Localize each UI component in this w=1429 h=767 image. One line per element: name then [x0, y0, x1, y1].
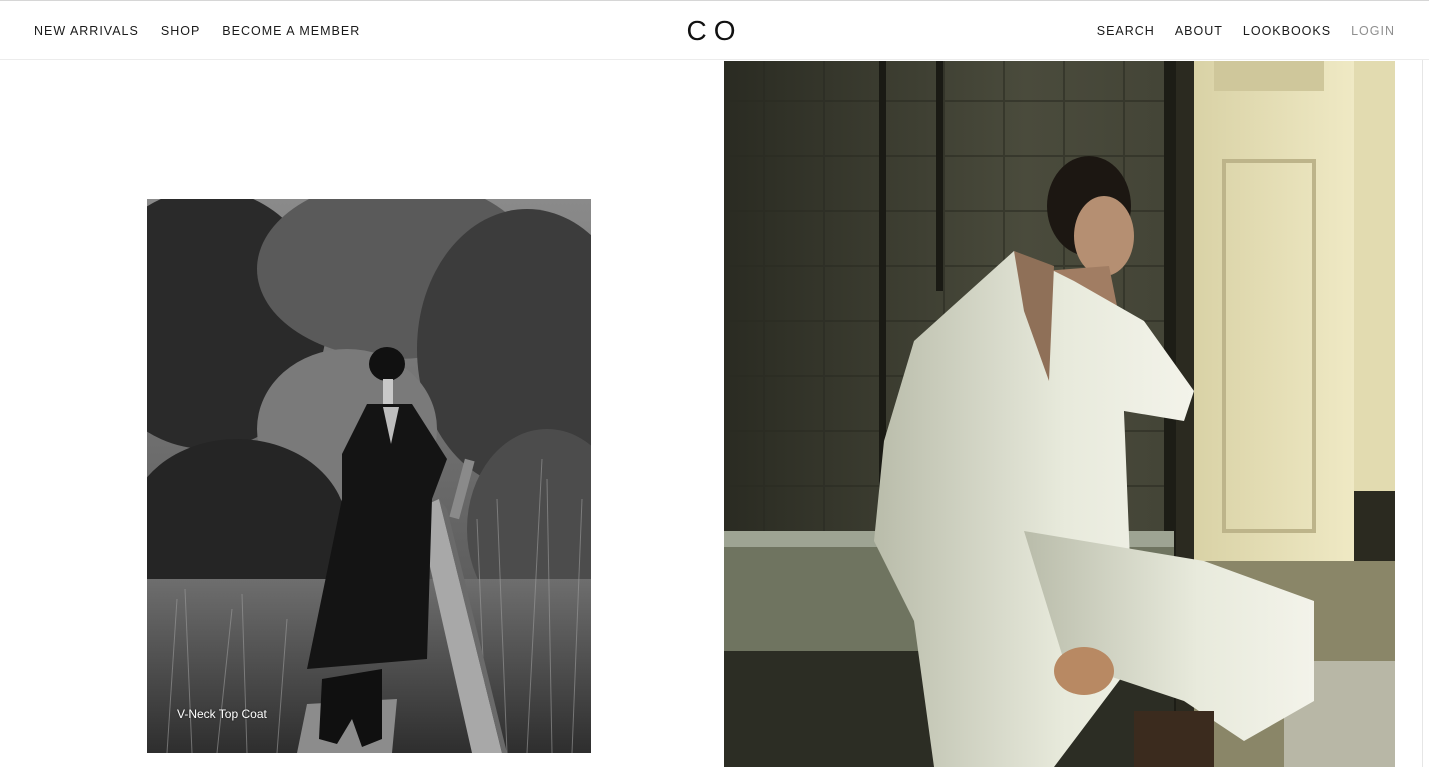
window-portrait-photo [724, 61, 1395, 767]
site-logo[interactable]: CO [687, 17, 743, 45]
secondary-nav: SEARCH ABOUT LOOKBOOKS LOGIN [1077, 1, 1395, 60]
product-caption[interactable]: V-Neck Top Coat [177, 707, 267, 721]
nav-lookbooks[interactable]: LOOKBOOKS [1243, 24, 1331, 38]
nav-login[interactable]: LOGIN [1351, 24, 1395, 38]
nav-shop[interactable]: SHOP [161, 24, 200, 38]
product-image-v-neck-top-coat[interactable]: V-Neck Top Coat [147, 199, 591, 753]
nav-new-arrivals[interactable]: NEW ARRIVALS [34, 24, 139, 38]
scrollbar-track[interactable] [1422, 60, 1429, 767]
nav-become-a-member[interactable]: BECOME A MEMBER [222, 24, 360, 38]
garden-photo [147, 199, 591, 753]
nav-about[interactable]: ABOUT [1175, 24, 1223, 38]
site-header: NEW ARRIVALS SHOP BECOME A MEMBER CO SEA… [0, 1, 1429, 60]
editorial-image [724, 61, 1395, 767]
primary-nav: NEW ARRIVALS SHOP BECOME A MEMBER [34, 1, 382, 60]
page: NEW ARRIVALS SHOP BECOME A MEMBER CO SEA… [0, 0, 1429, 767]
nav-search[interactable]: SEARCH [1097, 24, 1155, 38]
